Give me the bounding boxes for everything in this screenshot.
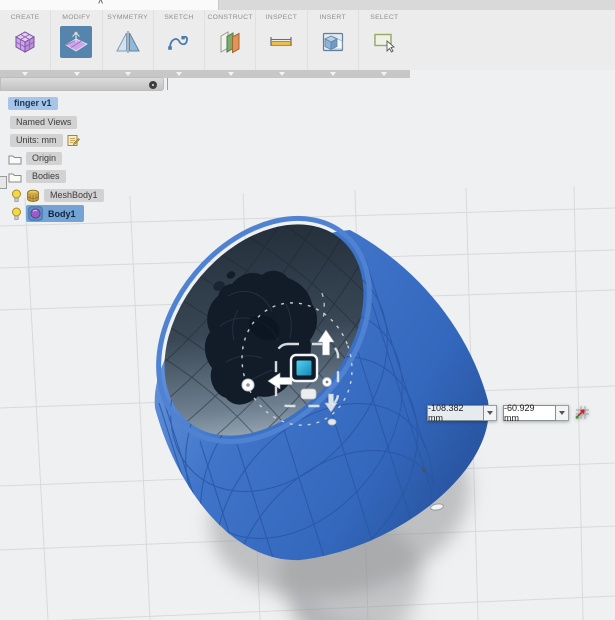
document-title[interactable]: finger v1 [8, 97, 58, 110]
visibility-bulb-icon[interactable] [11, 189, 22, 203]
browser-item-units[interactable]: Units: mm [10, 133, 84, 148]
panel-label: SYMMETRY [107, 14, 149, 21]
browser-grip[interactable] [167, 78, 168, 90]
toolbar-panel-select: SELECT [359, 10, 410, 70]
display-settings-icon[interactable] [149, 81, 157, 89]
browser-item-origin[interactable]: Origin [8, 151, 63, 166]
document-icon [0, 176, 7, 189]
spline-icon[interactable] [163, 26, 195, 58]
y-distance-input[interactable]: -60.929 mm [503, 403, 556, 423]
select-cursor-icon[interactable] [368, 26, 400, 58]
measure-icon[interactable] [265, 26, 297, 58]
chevron-down-icon[interactable] [381, 72, 387, 76]
chevron-down-icon[interactable] [228, 72, 234, 76]
chevron-down-icon[interactable] [330, 72, 336, 76]
primitive-box-icon[interactable] [9, 26, 41, 58]
change-units-icon[interactable] [67, 134, 80, 147]
toolbar: CREATE MODIFY SYMMETRY SKETCH CONSTRUCT … [0, 10, 615, 70]
browser-item-meshbody1[interactable]: MeshBody1 [11, 188, 104, 203]
browser-header-bar[interactable] [0, 77, 164, 91]
folder-icon [8, 153, 22, 165]
toolbar-panel-inspect: INSPECT [256, 10, 308, 70]
toolbar-panel-create: CREATE [0, 10, 52, 70]
mesh-body-icon [26, 189, 40, 203]
panel-label: SELECT [370, 14, 399, 21]
browser-item-named-views[interactable]: Named Views [10, 115, 78, 130]
y-distance-dropdown[interactable] [556, 404, 569, 421]
chevron-down-icon[interactable] [22, 72, 28, 76]
chevron-down-icon[interactable] [279, 72, 285, 76]
edge-point [422, 468, 426, 472]
panel-label: INSERT [319, 14, 346, 21]
chevron-down-icon[interactable] [74, 72, 80, 76]
browser-item-body1[interactable]: Body1 [11, 205, 84, 222]
rotate-point-handle-small[interactable] [327, 418, 337, 426]
mirror-icon[interactable] [112, 26, 144, 58]
folder-icon [8, 171, 22, 183]
fusion-window: ^ CREATE MODIFY SYMMETRY SKETCH CONSTRUC… [0, 0, 615, 620]
panel-label: CREATE [10, 14, 40, 21]
edit-form-icon[interactable] [60, 26, 93, 58]
browser-item-document[interactable]: finger v1 [8, 96, 58, 111]
browser-item-bodies[interactable]: Bodies [8, 169, 66, 184]
plane-handle[interactable] [300, 388, 317, 400]
chevron-down-icon[interactable] [176, 72, 182, 76]
point-position-icon[interactable] [574, 404, 591, 421]
toolbar-panel-insert: INSERT [308, 10, 359, 70]
x-distance-input[interactable]: -108.382 mm [427, 403, 484, 423]
viewport-3d[interactable] [0, 78, 615, 620]
chevron-down-icon[interactable] [125, 72, 131, 76]
move-distance-inputs: -108.382 mm -60.929 mm [427, 403, 591, 423]
toolbar-panel-construct: CONSTRUCT [205, 10, 257, 70]
panel-label: MODIFY [62, 14, 91, 21]
visibility-bulb-icon[interactable] [11, 207, 22, 221]
component-body-icon [28, 206, 43, 221]
collapse-toolbar-icon[interactable]: ^ [98, 0, 103, 8]
panel-label: CONSTRUCT [207, 14, 253, 21]
panel-label: INSPECT [265, 14, 298, 21]
quick-access-area: ^ [0, 0, 219, 10]
x-distance-dropdown[interactable] [484, 404, 497, 421]
panel-label: SKETCH [164, 14, 194, 21]
toolbar-panel-modify: MODIFY [51, 10, 103, 70]
toolbar-panel-symmetry: SYMMETRY [103, 10, 154, 70]
body-label[interactable]: Body1 [48, 209, 76, 219]
planes-icon[interactable] [214, 26, 246, 58]
toolbar-panel-sketch: SKETCH [154, 10, 205, 70]
insert-image-icon[interactable] [317, 26, 349, 58]
selected-body-row[interactable]: Body1 [26, 205, 84, 222]
